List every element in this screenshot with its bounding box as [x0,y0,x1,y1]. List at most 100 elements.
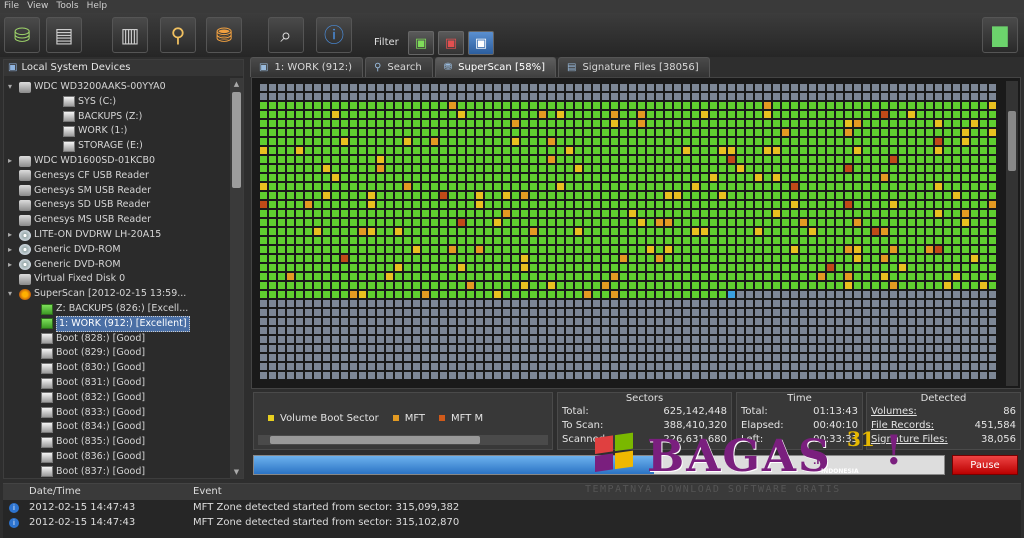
tree-item[interactable]: Boot (835:) [Good] [30,435,145,449]
sector-cell [917,219,924,226]
tree-item[interactable]: ▸ WDC WD1600SD-01KCB0 [8,154,155,168]
collapse-icon[interactable]: ▾ [8,80,16,94]
tree-item[interactable]: Genesys CF USB Reader [8,169,149,183]
log-col-date[interactable]: Date/Time [29,484,81,500]
tree-item[interactable]: ▾ SuperScan [2012-02-15 13:59... [8,287,186,301]
sector-cell [692,147,699,154]
sector-cell [836,219,843,226]
tree-item[interactable]: ▸ Generic DVD-ROM [8,243,121,257]
tree-item[interactable]: 1: WORK (912:) [Excellent] [30,315,190,332]
tree-item[interactable]: Boot (829:) [Good] [30,346,145,360]
tree-item[interactable]: Boot (828:) [Good] [30,332,145,346]
log-col-event[interactable]: Event [193,484,222,500]
tab-search[interactable]: ⚲ Search [365,57,433,77]
tree-item[interactable]: SYS (C:) [52,95,116,109]
tree-item[interactable]: Boot (830:) [Good] [30,361,145,375]
filter-bad-button[interactable]: ▣ [438,31,464,55]
sector-cell [692,174,699,181]
tree-item[interactable]: Virtual Fixed Disk 0 [8,272,125,286]
detected-sigfiles-label[interactable]: Signature Files: [871,433,948,447]
tree-item[interactable]: Boot (831:) [Good] [30,376,145,390]
map-scrollbar[interactable] [1006,81,1018,386]
chart-view-button[interactable]: ▇ [982,17,1018,53]
tree-item[interactable]: Boot (836:) [Good] [30,450,145,464]
legend-scrollbar[interactable] [258,435,548,445]
sector-cell [566,291,573,298]
scroll-down-icon[interactable]: ▼ [230,466,243,478]
filter-all-button[interactable]: ▣ [468,31,494,55]
filter-good-button[interactable]: ▣ [408,31,434,55]
sector-cell [332,318,339,325]
sector-cell [431,210,438,217]
sector-cell [260,318,267,325]
open-drive-button[interactable]: ⛁ [4,17,40,53]
scan-files-button[interactable]: ▥ [112,17,148,53]
sector-cell [962,84,969,91]
tree-item[interactable]: Genesys SM USB Reader [8,184,151,198]
tree-item[interactable]: Z: BACKUPS (826:) [Excell... [30,302,188,316]
sector-cell [305,372,312,379]
expand-icon[interactable]: ▸ [8,154,16,168]
expand-icon[interactable]: ▸ [8,258,16,272]
sector-cell [359,363,366,370]
part-icon [41,392,53,404]
sector-cell [368,219,375,226]
map-scroll-thumb[interactable] [1008,111,1016,171]
log-row[interactable]: i 2012-02-15 14:47:43 MFT Zone detected … [3,500,1021,515]
scroll-thumb[interactable] [232,92,241,188]
sector-cell [656,174,663,181]
search-button[interactable]: ⚲ [160,17,196,53]
superscan-button[interactable]: ⛃ [206,17,242,53]
tree-item[interactable]: Boot (832:) [Good] [30,391,145,405]
sector-cell [728,246,735,253]
tree-item[interactable]: STORAGE (E:) [52,139,143,153]
sector-cell [656,210,663,217]
scroll-up-icon[interactable]: ▲ [230,78,243,90]
sector-cell [521,309,528,316]
sector-cell [332,201,339,208]
detected-volumes-label[interactable]: Volumes: [871,405,917,419]
sector-cell [656,327,663,334]
sector-cell [683,120,690,127]
tree-item[interactable]: Genesys SD USB Reader [8,198,150,212]
sector-cell [458,318,465,325]
sector-cell [890,336,897,343]
sector-cell [566,111,573,118]
tree-item[interactable]: WORK (1:) [52,124,127,138]
tree-item[interactable]: BACKUPS (Z:) [52,110,142,124]
sector-cell [692,84,699,91]
detected-records-label[interactable]: File Records: [871,419,934,433]
tab-1-work-912[interactable]: ▣ 1: WORK (912:) [250,57,364,77]
open-image-button[interactable]: ▤ [46,17,82,53]
tree-item[interactable]: Boot (834:) [Good] [30,420,145,434]
menu-file[interactable]: File [4,0,19,13]
tab-superscan-58[interactable]: ⛃ SuperScan [58%] [434,57,556,77]
sector-cell [350,84,357,91]
sector-cell [296,93,303,100]
tree-item[interactable]: ▸ LITE-ON DVDRW LH-20A15 [8,228,161,242]
tab-signature-files-38056[interactable]: ▤ Signature Files [38056] [557,57,710,77]
menu-view[interactable]: View [27,0,48,13]
tree-item[interactable]: Boot (837:) [Good] [30,465,145,478]
legend-scroll-thumb[interactable] [270,436,480,444]
sector-cell [665,327,672,334]
tree-item[interactable]: ▸ Generic DVD-ROM [8,258,121,272]
pause-button[interactable]: Pause [952,455,1018,475]
sector-cell [485,102,492,109]
info-button[interactable]: ⓘ [316,17,352,53]
expand-icon[interactable]: ▸ [8,228,16,242]
preview-button[interactable]: ⌕ [268,17,304,53]
menu-tools[interactable]: Tools [56,0,78,13]
sector-cell [485,363,492,370]
device-tree-scrollbar[interactable]: ▲ ▼ [230,78,243,478]
log-row[interactable]: i 2012-02-15 14:47:43 MFT Zone detected … [3,515,1021,530]
tree-item[interactable]: Boot (833:) [Good] [30,406,145,420]
tree-item[interactable]: ▾ WDC WD3200AAKS-00YYA0 [8,80,166,94]
collapse-icon[interactable]: ▾ [8,287,16,301]
menu-help[interactable]: Help [87,0,108,13]
sector-cell [341,363,348,370]
expand-icon[interactable]: ▸ [8,243,16,257]
sector-cell [323,219,330,226]
sector-cell [377,84,384,91]
tree-item[interactable]: Genesys MS USB Reader [8,213,151,227]
